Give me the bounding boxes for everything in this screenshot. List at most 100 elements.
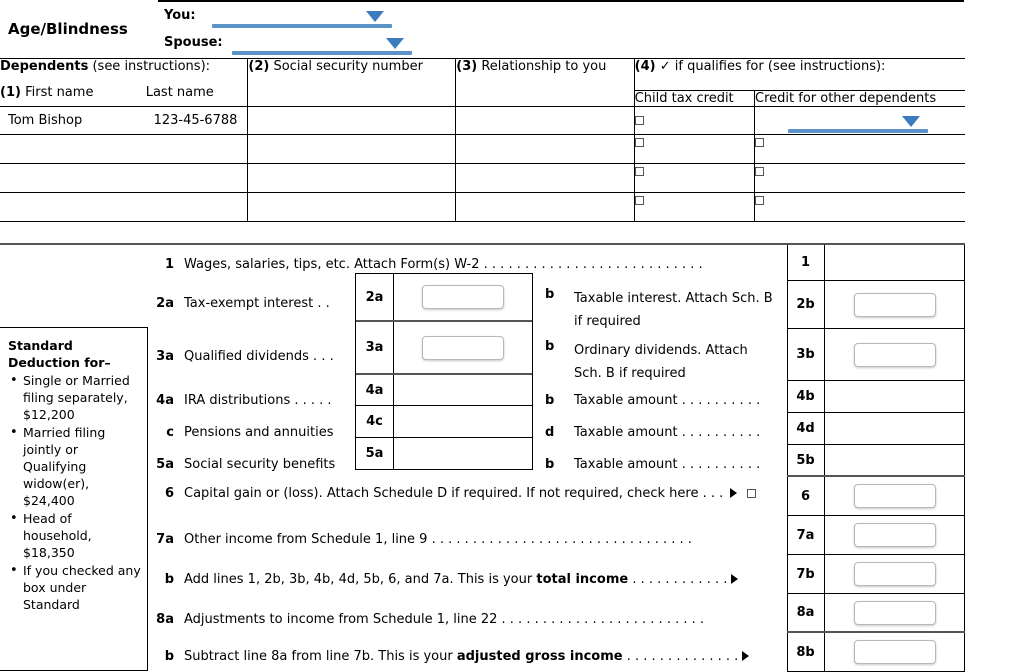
stub-4b-amount-cell[interactable] xyxy=(825,381,965,412)
dependents-col2-header: (2) Social security number xyxy=(247,58,457,107)
dependent-child-tax-credit-cell[interactable] xyxy=(633,106,756,135)
middle-4a-amount-cell[interactable] xyxy=(394,375,532,405)
checkbox-child-tax-credit[interactable] xyxy=(634,196,644,205)
line-6-text: Capital gain or (loss). Attach Schedule … xyxy=(184,486,756,501)
middle-4c-amount-cell[interactable] xyxy=(394,406,532,437)
dependents-header-row: Dependents (see instructions): (1) First… xyxy=(0,58,965,107)
input-8b[interactable] xyxy=(854,640,936,664)
input-8a[interactable] xyxy=(854,600,936,625)
input-3b[interactable] xyxy=(854,342,936,367)
dependent-ssn-cell[interactable] xyxy=(247,134,457,164)
dependent-other-credit-cell[interactable] xyxy=(754,134,965,164)
middle-2a-amount-cell[interactable] xyxy=(394,274,532,320)
checkbox-other-dependents[interactable] xyxy=(755,138,765,147)
dependents-col3-label: Relationship to you xyxy=(477,59,607,74)
dependent-other-credit-cell[interactable] xyxy=(754,163,965,193)
stub-8a-amount-cell[interactable] xyxy=(825,594,965,631)
chevron-down-icon xyxy=(386,38,405,49)
stub-8b-amount-cell[interactable] xyxy=(825,633,965,671)
stub-6-amount-cell[interactable] xyxy=(825,477,965,515)
middle-row-3a: 3a xyxy=(356,320,532,373)
input-6[interactable] xyxy=(854,484,936,508)
dependent-child-tax-credit-cell[interactable] xyxy=(633,192,756,222)
line-7b-text: Add lines 1, 2b, 3b, 4b, 4d, 5b, 6, and … xyxy=(184,572,739,587)
checkbox-child-tax-credit[interactable] xyxy=(634,116,644,125)
middle-3a-number: 3a xyxy=(356,322,394,373)
dependent-ssn-cell[interactable] xyxy=(247,163,457,193)
input-7a[interactable] xyxy=(854,523,936,547)
checkbox-line-6[interactable] xyxy=(746,489,756,498)
line-2b-text-2: if required xyxy=(574,314,641,329)
stub-row-2b: 2b xyxy=(787,281,965,329)
dependent-other-credit-cell[interactable] xyxy=(754,106,965,135)
line-7b-post: . . . . . . . . . . . . xyxy=(628,572,728,587)
line-5b-text: Taxable amount . . . . . . . . . . xyxy=(574,457,761,472)
dependent-ssn-cell[interactable] xyxy=(247,192,457,222)
other-dependents-dropdown[interactable] xyxy=(788,109,929,133)
dropdown-underline xyxy=(232,51,413,55)
income-stub-column: 1 2b 3b 4b 4d 5b 6 7a 7b 8a 8b xyxy=(787,245,965,672)
middle-4a-number: 4a xyxy=(356,375,394,405)
middle-3a-amount-cell[interactable] xyxy=(394,322,532,373)
dependent-name-cell[interactable] xyxy=(0,163,249,193)
dependent-child-tax-credit-cell[interactable] xyxy=(633,163,756,193)
dependent-name-cell[interactable] xyxy=(0,192,249,222)
line-7a-number: 7a xyxy=(156,532,174,547)
stub-row-4d: 4d xyxy=(787,413,965,445)
dependent-other-credit-cell[interactable] xyxy=(754,192,965,222)
dependents-col1-header: Dependents (see instructions): (1) First… xyxy=(0,58,249,107)
table-row: Tom Bishop 123-45-6788 xyxy=(0,106,965,135)
age-blindness-spouse-dropdown[interactable] xyxy=(232,29,413,55)
line-1-text: Wages, salaries, tips, etc. Attach Form(… xyxy=(184,257,703,272)
age-blindness-you-dropdown[interactable] xyxy=(212,2,393,28)
line-4d-number: d xyxy=(545,425,555,440)
dependent-name-cell[interactable]: Tom Bishop 123-45-6788 xyxy=(0,106,249,135)
stub-2b-number: 2b xyxy=(787,281,825,328)
dependents-col3-header: (3) Relationship to you xyxy=(455,58,635,107)
input-2a[interactable] xyxy=(422,285,504,309)
dropdown-underline xyxy=(212,24,393,28)
dependents-col2-label: Social security number xyxy=(269,59,423,74)
dependent-name-cell[interactable] xyxy=(0,134,249,164)
middle-5a-amount-cell[interactable] xyxy=(394,438,532,469)
input-2b[interactable] xyxy=(854,292,936,317)
middle-4c-number: 4c xyxy=(356,406,394,437)
dependents-col4-header: (4) ✓ if qualifies for (see instructions… xyxy=(633,58,965,91)
stub-3b-amount-cell[interactable] xyxy=(825,329,965,380)
line-7b-number: b xyxy=(164,572,174,587)
line-8b-pre: Subtract line 8a from line 7b. This is y… xyxy=(184,649,457,664)
checkbox-child-tax-credit[interactable] xyxy=(634,167,644,176)
right-triangle-icon xyxy=(730,487,738,498)
line-8b-text: Subtract line 8a from line 7b. This is y… xyxy=(184,649,750,664)
line-7b-pre: Add lines 1, 2b, 3b, 4b, 4d, 5b, 6, and … xyxy=(184,572,537,587)
stub-7b-amount-cell[interactable] xyxy=(825,555,965,593)
dependent-relationship-cell[interactable] xyxy=(455,134,635,164)
stub-7a-amount-cell[interactable] xyxy=(825,516,965,554)
stub-5b-amount-cell[interactable] xyxy=(825,445,965,475)
input-7b[interactable] xyxy=(854,562,936,586)
checkbox-other-dependents[interactable] xyxy=(755,196,765,205)
stub-2b-amount-cell[interactable] xyxy=(825,281,965,328)
input-3a[interactable] xyxy=(422,335,504,360)
line-4a-number: 4a xyxy=(156,393,174,408)
dependent-child-tax-credit-cell[interactable] xyxy=(633,134,756,164)
dependent-relationship-cell[interactable] xyxy=(455,163,635,193)
stub-row-1: 1 xyxy=(787,245,965,281)
line-4b-block: b Taxable amount . . . . . . . . . . xyxy=(545,393,760,408)
dependent-ssn-cell[interactable] xyxy=(247,106,457,135)
dependent-relationship-cell[interactable] xyxy=(455,192,635,222)
line-4c-number: c xyxy=(166,425,174,440)
age-blindness-you-row: You: xyxy=(164,2,393,28)
checkbox-child-tax-credit[interactable] xyxy=(634,138,644,147)
stub-row-7a: 7a xyxy=(787,516,965,555)
stub-1-amount-cell[interactable] xyxy=(825,245,965,280)
dependent-relationship-cell[interactable] xyxy=(455,106,635,135)
stub-8b-number: 8b xyxy=(787,633,825,671)
stub-4d-amount-cell[interactable] xyxy=(825,413,965,444)
table-row xyxy=(0,192,965,222)
line-5b-number: b xyxy=(545,457,555,472)
right-triangle-icon xyxy=(731,573,739,584)
stub-7a-number: 7a xyxy=(787,516,825,554)
checkbox-other-dependents[interactable] xyxy=(755,167,765,176)
middle-row-4c: 4c xyxy=(356,405,532,437)
